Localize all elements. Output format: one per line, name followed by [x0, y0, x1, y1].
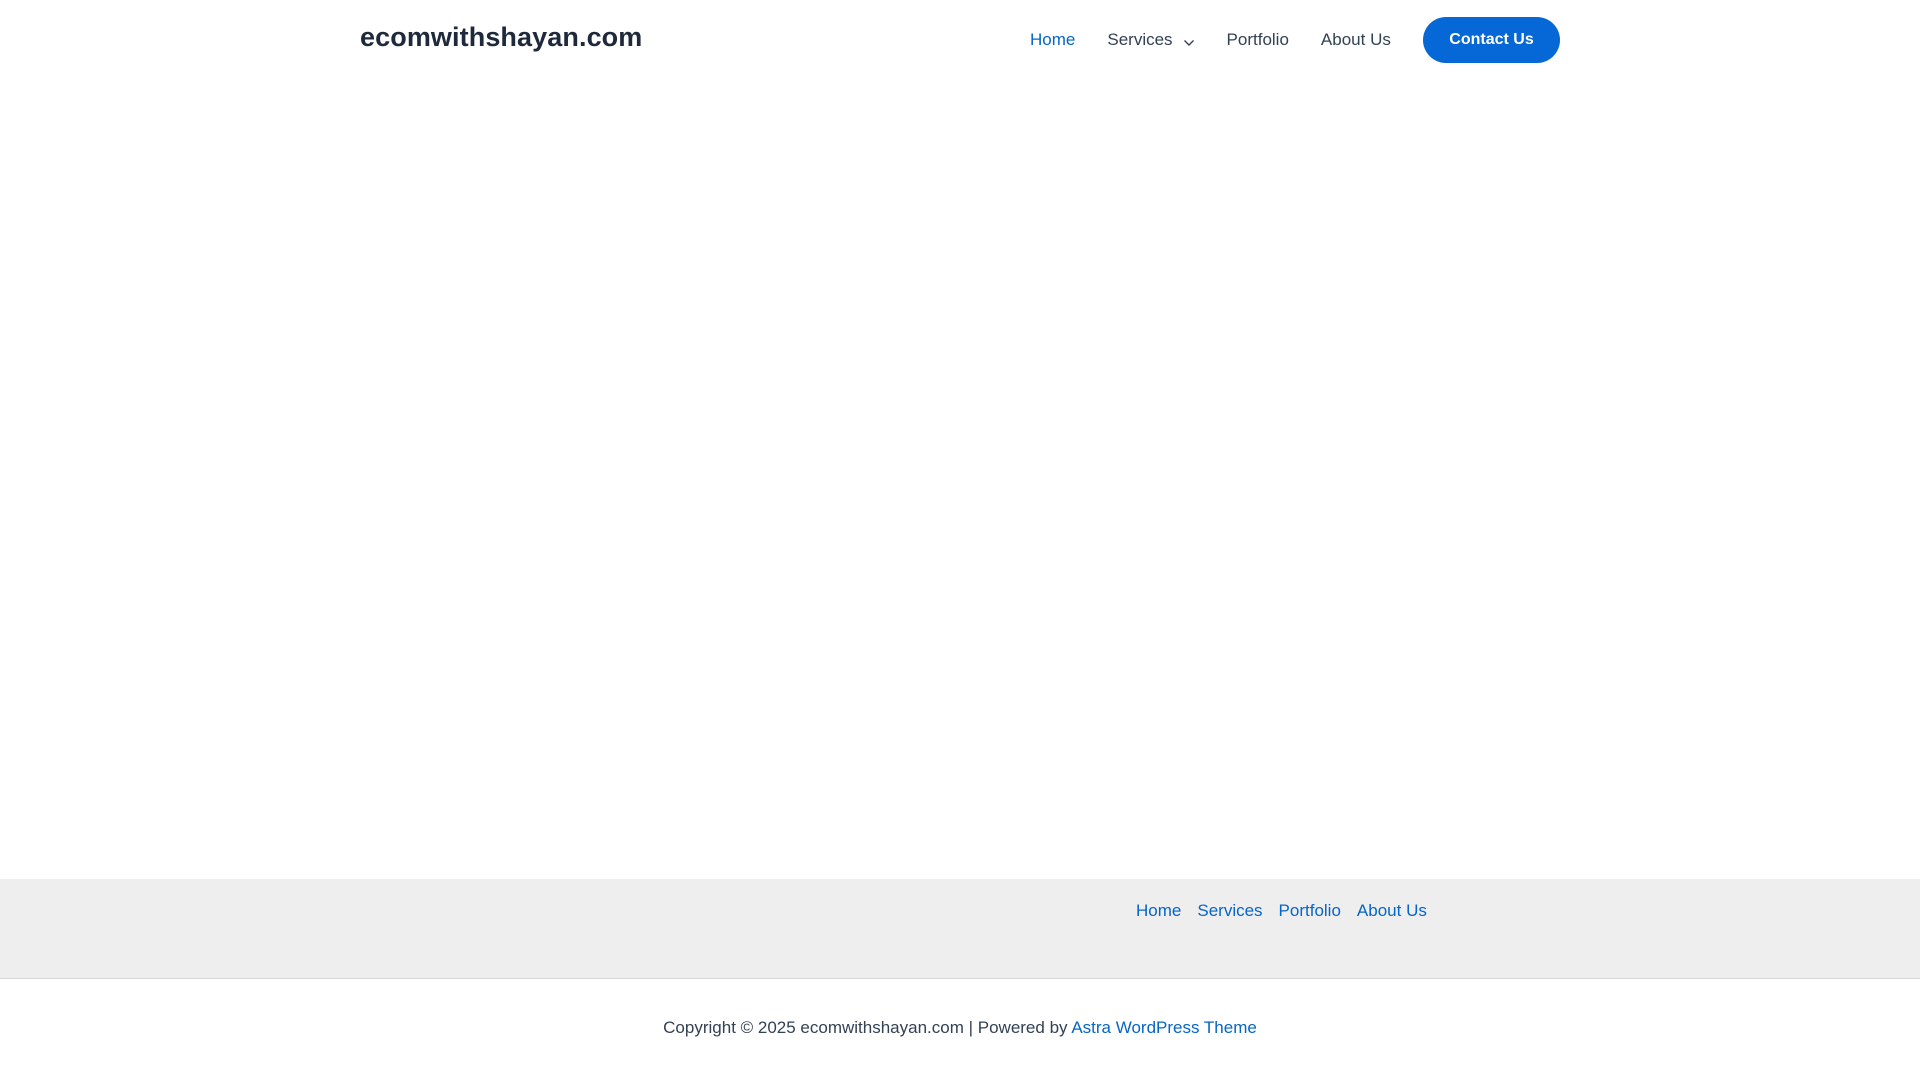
nav-item-portfolio-label: Portfolio — [1226, 30, 1289, 49]
nav-item-services[interactable]: Services — [1107, 30, 1194, 50]
footer-link-services[interactable]: Services — [1197, 901, 1262, 921]
nav-item-services-label: Services — [1107, 30, 1173, 49]
nav-item-portfolio[interactable]: Portfolio — [1227, 30, 1289, 50]
site-header: ecomwithshayan.com Home Services Portfol… — [0, 0, 1920, 80]
footer-widget-area: Home Services Portfolio About Us — [0, 879, 1920, 979]
footer-link-home[interactable]: Home — [1136, 901, 1181, 921]
theme-credit-link[interactable]: Astra WordPress Theme — [1071, 1018, 1257, 1037]
nav-item-home[interactable]: Home — [1030, 30, 1075, 50]
copyright-bar: Copyright © 2025 ecomwithshayan.com | Po… — [0, 1018, 1920, 1038]
chevron-down-icon[interactable] — [1183, 34, 1195, 46]
copyright-text: Copyright © 2025 ecomwithshayan.com | Po… — [663, 1018, 1068, 1037]
contact-us-button[interactable]: Contact Us — [1423, 17, 1560, 63]
nav-item-about[interactable]: About Us — [1321, 30, 1391, 50]
nav-item-about-label: About Us — [1320, 30, 1391, 49]
footer-menu: Home Services Portfolio About Us — [1136, 901, 1443, 921]
nav-item-home-label: Home — [1030, 30, 1076, 49]
footer-link-about[interactable]: About Us — [1357, 901, 1427, 921]
primary-nav: Home Services Portfolio About Us — [1030, 0, 1423, 80]
footer-link-portfolio[interactable]: Portfolio — [1279, 901, 1341, 921]
site-title-link[interactable]: ecomwithshayan.com — [360, 22, 642, 53]
